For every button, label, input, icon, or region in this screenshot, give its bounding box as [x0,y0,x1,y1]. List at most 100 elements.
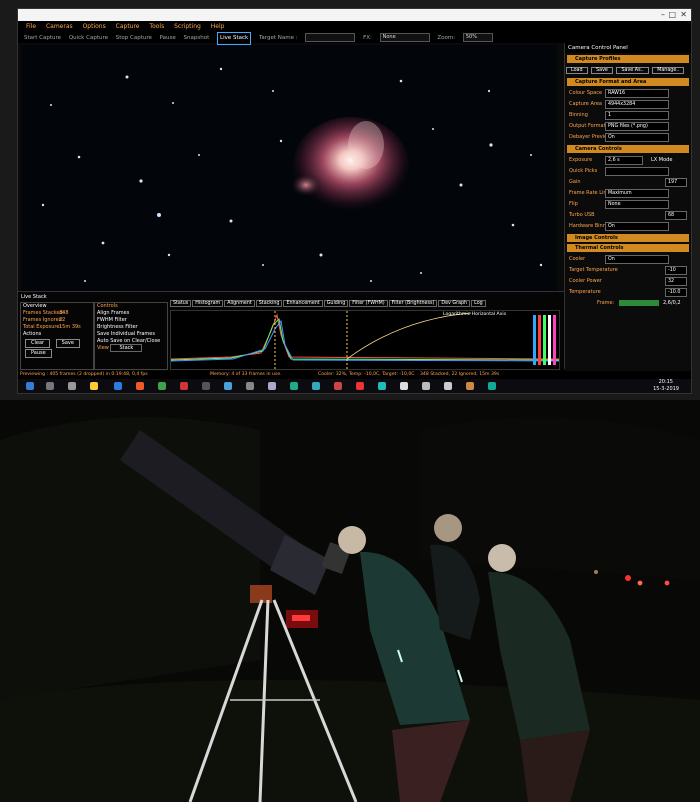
tab-status[interactable]: Status [170,300,192,307]
fwhm-filter-checkbox[interactable]: FWHM Filter [95,317,167,324]
app-icon-11[interactable] [422,382,430,390]
menu-capture[interactable]: Capture [116,21,140,32]
hw-binning-select[interactable]: On [605,222,669,231]
taskbar-date: 15-3-2019 [653,386,679,392]
app-icon-5[interactable] [290,382,298,390]
capture-area-select[interactable]: 4944x3284 [605,100,669,109]
colour-space-select[interactable]: RAW16 [605,89,669,98]
maximize-icon[interactable]: □ [668,10,676,19]
app-icon-7[interactable] [334,382,342,390]
menu-tools[interactable]: Tools [149,21,164,32]
gain-row: Gain 197 [567,177,689,188]
app-icon-1[interactable] [180,382,188,390]
frame-rate-select[interactable]: Maximum [605,189,669,198]
save-as-profile-button[interactable]: Save As.. [616,67,649,74]
minimize-icon[interactable]: – [661,10,665,19]
log-axis-checkbox[interactable]: Logarithmic Horizontal Axis [443,312,506,317]
quick-capture-button[interactable]: Quick Capture [69,33,108,44]
target-name-input[interactable] [305,33,356,42]
view-label: View [97,345,109,351]
live-stack-button[interactable]: Live Stack [217,32,252,45]
debayer-row: Debayer Preview On [567,132,689,143]
menu-file[interactable]: File [26,21,36,32]
colour-space-label: Colour Space [569,90,603,96]
app-icon-10[interactable] [400,382,408,390]
menu-scripting[interactable]: Scripting [174,21,201,32]
turbo-usb-input[interactable]: 68 [665,211,687,220]
save-frames-checkbox[interactable]: Save Individual Frames [95,331,167,338]
cooler-select[interactable]: On [605,255,669,264]
flip-select[interactable]: None [605,200,669,209]
zoom-select[interactable]: 50% [462,33,493,42]
tab-filter-fwhm[interactable]: Filter (FWHM) [349,300,388,307]
menu-cameras[interactable]: Cameras [46,21,73,32]
debayer-select[interactable]: On [605,133,669,142]
tab-log[interactable]: Log [471,300,486,307]
close-icon[interactable]: ✕ [680,10,687,19]
menu-options[interactable]: Options [83,21,106,32]
stop-capture-button[interactable]: Stop Capture [116,33,152,44]
cooler-power-row: Cooler Power 32 [567,276,689,287]
save-button[interactable]: Save [55,339,80,348]
snapshot-button[interactable]: Snapshot [184,33,210,44]
app-icon-4[interactable] [246,382,254,390]
status-memory: Memory: 4 of 33 frames in use. [210,372,282,377]
app-icon-13[interactable] [466,382,474,390]
align-frames-checkbox[interactable]: Align Frames [95,310,167,317]
camera-preview[interactable] [21,45,557,291]
load-profile-button[interactable]: Load [566,67,588,74]
task-view-icon[interactable] [68,382,76,390]
brightness-filter-checkbox[interactable]: Brightness Filter [95,324,167,331]
tab-dev-graph[interactable]: Dev Graph [438,300,471,307]
search-icon[interactable] [46,382,54,390]
edge-icon[interactable] [114,382,122,390]
tab-guiding[interactable]: Guiding [323,300,349,307]
tab-histogram[interactable]: Histogram [192,300,224,307]
thermal-controls-header[interactable]: Thermal Controls [567,244,689,252]
orion-nebula-image [41,67,543,282]
menu-help[interactable]: Help [211,21,225,32]
binning-select[interactable]: 1 [605,111,669,120]
chrome-icon[interactable] [158,382,166,390]
app-icon-8[interactable] [356,382,364,390]
flip-label: Flip [569,201,578,207]
target-temp-input[interactable]: -10 [665,266,687,275]
tab-stacking[interactable]: Stacking [255,300,283,307]
app-icon-12[interactable] [444,382,452,390]
tab-filter-brightness[interactable]: Filter (Brightness) [388,300,438,307]
gain-input[interactable]: 197 [665,178,687,187]
pause-row: Pause [21,348,93,358]
live-stack-tabs: Status Histogram Alignment Stacking Enhancem… [170,300,487,307]
sharpcap-icon[interactable] [268,382,276,390]
save-profile-button[interactable]: Save [591,67,613,74]
view-select[interactable]: Stack [110,344,143,352]
capture-format-header[interactable]: Capture Format and Area [567,78,689,86]
app-icon-9[interactable] [378,382,386,390]
file-explorer-icon[interactable] [90,382,98,390]
lx-mode-checkbox[interactable]: LX Mode [651,157,672,163]
app-icon-3[interactable] [224,382,232,390]
start-capture-button[interactable]: Start Capture [24,33,61,44]
image-controls-header[interactable]: Image Controls [567,234,689,242]
frames-ignored-label: Frames Ignored: [23,317,64,323]
frames-ignored-value: 22 [59,317,66,323]
app-icon-6[interactable] [312,382,320,390]
fx-select[interactable]: None [379,33,430,42]
manage-profile-button[interactable]: Manage.. [652,67,685,74]
pause-stack-button[interactable]: Pause [25,349,52,358]
app-icon-14[interactable] [488,382,496,390]
windows-start-icon[interactable] [26,382,34,390]
capture-profiles-header[interactable]: Capture Profiles [567,55,689,63]
clear-button[interactable]: Clear [25,339,51,348]
pause-button[interactable]: Pause [160,33,176,44]
quick-picks-select[interactable] [605,167,669,176]
tab-alignment[interactable]: Alignment [224,300,255,307]
firefox-icon[interactable] [136,382,144,390]
output-format-select[interactable]: PNG files (*.png) [605,122,669,131]
overview-box: Overview Frames Stacked: 348 Frames Ignor… [20,302,94,370]
tab-enhancement[interactable]: Enhancement [283,300,323,307]
live-stack-title: Live Stack [21,294,47,300]
app-icon-2[interactable] [202,382,210,390]
camera-controls-header[interactable]: Camera Controls [567,145,689,153]
exposure-input[interactable]: 2,6 s [605,156,643,165]
